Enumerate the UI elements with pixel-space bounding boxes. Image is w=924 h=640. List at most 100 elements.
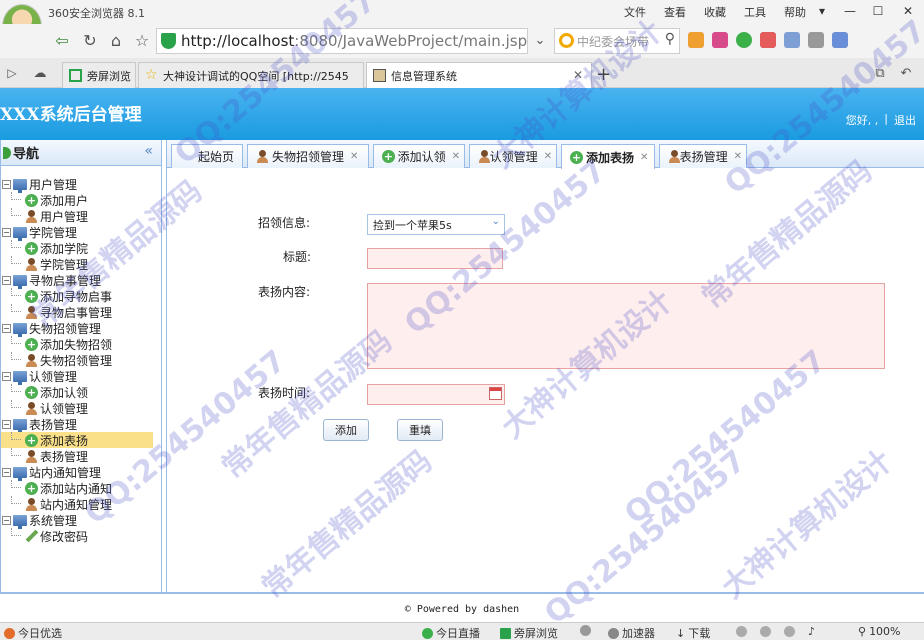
home-icon[interactable]: ⌂ xyxy=(106,30,126,50)
nav-item[interactable]: 寻物启事管理 xyxy=(1,304,161,320)
browser-tab-splitscreen[interactable]: 旁屏浏览 xyxy=(62,62,136,88)
nav-group[interactable]: − 系统管理 xyxy=(1,512,161,529)
expander-icon[interactable]: − xyxy=(2,371,11,381)
back-icon[interactable]: ⇦ xyxy=(52,30,72,50)
content-tab[interactable]: 表扬管理 ✕ xyxy=(659,144,747,168)
nav-group-label: 用户管理 xyxy=(29,177,78,192)
refresh-icon[interactable]: ↻ xyxy=(80,30,100,50)
nav-group[interactable]: − 站内通知管理 xyxy=(1,464,161,481)
nav-group[interactable]: − 学院管理 xyxy=(1,224,161,241)
search-input[interactable]: 中纪委会场带 ⚲ xyxy=(554,28,680,54)
translate-icon[interactable] xyxy=(784,32,800,48)
new-tab-icon[interactable]: + xyxy=(596,64,611,85)
nav-item[interactable]: 站内通知管理 xyxy=(1,496,161,512)
add-button[interactable]: 添加 xyxy=(323,419,369,441)
expander-icon[interactable]: − xyxy=(2,323,11,333)
restore-tabs-icon[interactable]: ⧉ xyxy=(870,63,890,83)
nav-item[interactable]: 表扬管理 xyxy=(1,448,161,464)
calendar-icon[interactable] xyxy=(489,387,502,400)
nav-group[interactable]: − 认领管理 xyxy=(1,368,161,385)
star-icon[interactable]: ☆ xyxy=(132,30,152,50)
search-icon[interactable]: ⚲ xyxy=(665,31,675,47)
menu-view[interactable]: 查看 xyxy=(664,4,686,20)
wallet-icon[interactable] xyxy=(736,32,752,48)
content-tab[interactable]: 起始页 xyxy=(171,144,243,168)
expander-icon[interactable]: − xyxy=(2,515,11,525)
url-input[interactable]: http://localhost:8080/JavaWebProject/mai… xyxy=(156,28,528,54)
cloud-icon[interactable]: ☁ xyxy=(30,63,50,83)
close-window-icon[interactable]: ✕ xyxy=(892,0,924,22)
close-tab-icon[interactable]: ✕ xyxy=(544,151,552,162)
content-tab[interactable]: 失物招领管理 ✕ xyxy=(247,144,369,168)
logout-link[interactable]: 退出 xyxy=(894,112,916,128)
nav-item[interactable]: + 添加失物招领 xyxy=(1,336,161,352)
expander-icon[interactable]: − xyxy=(2,179,11,189)
menu-help[interactable]: 帮助 xyxy=(784,4,806,20)
close-tab-icon[interactable]: ✕ xyxy=(350,151,358,162)
extension-icon[interactable] xyxy=(712,32,728,48)
minimize-icon[interactable]: — xyxy=(836,0,864,22)
skin-icon[interactable]: ▾ xyxy=(808,0,836,22)
menu-file[interactable]: 文件 xyxy=(624,4,646,20)
sidebar-toggle-icon[interactable]: ▷ xyxy=(2,63,22,83)
status-history[interactable] xyxy=(580,625,594,636)
screenshot-icon[interactable] xyxy=(808,32,824,48)
browser-tab-active[interactable]: 信息管理系统 ✕ xyxy=(366,62,592,88)
status-download[interactable]: ↓ 下载 xyxy=(676,625,710,640)
status-live[interactable]: 今日直播 xyxy=(422,625,480,640)
content-tab[interactable]: + 添加表扬 ✕ xyxy=(561,144,655,169)
tree-line xyxy=(11,336,21,344)
nav-item[interactable]: + 添加表扬 xyxy=(1,432,153,448)
collapse-icon[interactable]: « xyxy=(144,143,153,159)
ie-icon[interactable] xyxy=(760,626,771,637)
nav-item[interactable]: + 添加用户 xyxy=(1,192,161,208)
menu-tools[interactable]: 工具 xyxy=(744,4,766,20)
nav-item[interactable]: + 添加寻物启事 xyxy=(1,288,161,304)
add-icon: + xyxy=(570,150,583,164)
status-daily-picks[interactable]: 今日优选 xyxy=(4,625,62,640)
nav-item[interactable]: + 添加学院 xyxy=(1,240,161,256)
undo-close-icon[interactable]: ↶ xyxy=(896,63,916,83)
close-tab-icon[interactable]: ✕ xyxy=(452,151,460,162)
volume-icon[interactable]: ♪ xyxy=(808,625,815,638)
nav-item[interactable]: 失物招领管理 xyxy=(1,352,161,368)
dropdown-icon[interactable]: ⌄ xyxy=(530,30,550,50)
nav-item[interactable]: 学院管理 xyxy=(1,256,161,272)
expander-icon[interactable]: − xyxy=(2,419,11,429)
title-input[interactable] xyxy=(367,248,503,269)
close-tab-icon[interactable]: ✕ xyxy=(573,68,583,82)
tool-icon[interactable] xyxy=(736,626,747,637)
apps-icon[interactable] xyxy=(688,32,704,48)
nav-item[interactable]: 认领管理 xyxy=(1,400,161,416)
time-input[interactable] xyxy=(367,384,505,405)
nav-group[interactable]: − 用户管理 xyxy=(1,176,161,193)
close-tab-icon[interactable]: ✕ xyxy=(640,152,648,163)
status-splitscreen[interactable]: 旁屏浏览 xyxy=(500,625,558,640)
reset-button[interactable]: 重填 xyxy=(397,419,443,441)
maximize-icon[interactable]: ☐ xyxy=(864,0,892,22)
more-tools-icon[interactable] xyxy=(832,32,848,48)
browser-tab-qq[interactable]: ☆ 大神设计调试的QQ空间 [http://2545 xyxy=(138,62,364,88)
nav-group[interactable]: − 表扬管理 xyxy=(1,416,161,433)
nav-item[interactable]: 修改密码 xyxy=(1,528,161,544)
menu-favorites[interactable]: 收藏 xyxy=(704,4,726,20)
nav-item[interactable]: 用户管理 xyxy=(1,208,161,224)
adblock-icon[interactable] xyxy=(760,32,776,48)
nav-item[interactable]: + 添加站内通知 xyxy=(1,480,161,496)
status-accelerator[interactable]: 加速器 xyxy=(608,625,655,640)
lost-info-select[interactable]: 捡到一个苹果5s ⌄ xyxy=(367,214,505,235)
nav-item-label: 添加失物招领 xyxy=(40,337,113,352)
nav-group[interactable]: − 寻物启事管理 xyxy=(1,272,161,289)
content-tab[interactable]: + 添加认领 ✕ xyxy=(373,144,465,168)
window-icon[interactable] xyxy=(784,626,795,637)
nav-item[interactable]: + 添加认领 xyxy=(1,384,161,400)
expander-icon[interactable]: − xyxy=(2,227,11,237)
status-zoom[interactable]: ⚲ 100% xyxy=(858,625,901,638)
content-textarea[interactable] xyxy=(367,283,885,369)
expander-icon[interactable]: − xyxy=(2,275,11,285)
content-tab[interactable]: 认领管理 ✕ xyxy=(469,144,557,168)
nav-group[interactable]: − 失物招领管理 xyxy=(1,320,161,337)
expander-icon[interactable]: − xyxy=(2,467,11,477)
status-tools: ♪ xyxy=(736,625,815,638)
close-tab-icon[interactable]: ✕ xyxy=(734,151,742,162)
